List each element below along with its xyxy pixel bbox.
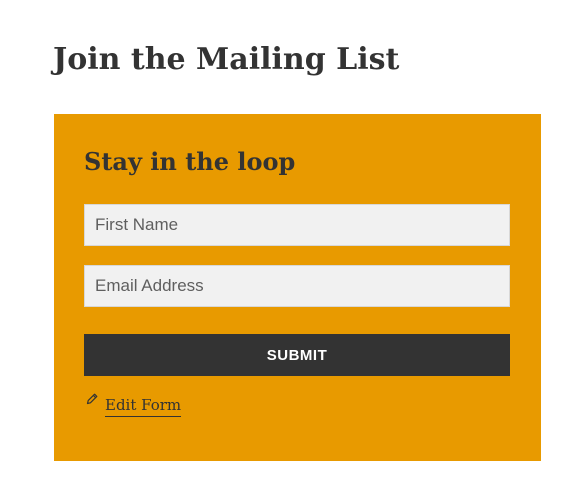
first-name-input[interactable]: [84, 204, 510, 246]
mailing-list-form: Stay in the loop SUBMIT Edit Form: [54, 114, 541, 461]
submit-button[interactable]: SUBMIT: [84, 334, 510, 376]
edit-form-label: Edit Form: [105, 394, 182, 417]
pencil-icon: [85, 392, 99, 406]
edit-form-link[interactable]: Edit Form: [85, 392, 182, 418]
form-heading: Stay in the loop: [84, 147, 296, 176]
page-title: Join the Mailing List: [53, 42, 400, 77]
email-address-input[interactable]: [84, 265, 510, 307]
